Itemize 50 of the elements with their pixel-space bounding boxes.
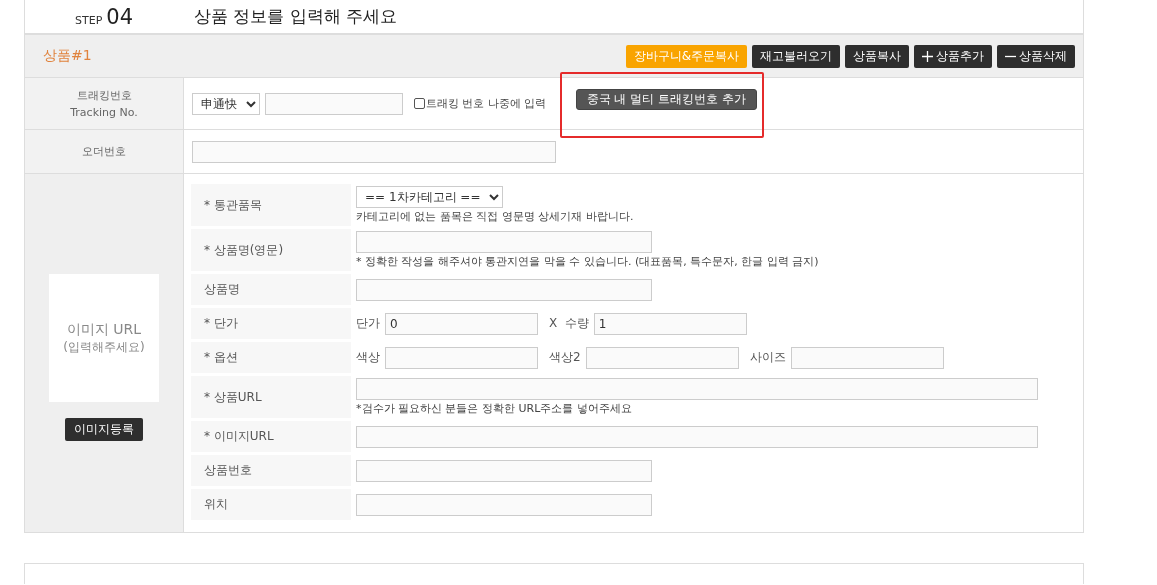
row-label: 오더번호 — [82, 144, 126, 160]
field-label: * 단가 — [191, 308, 351, 339]
field-label: * 통관품목 — [191, 184, 351, 226]
step-title: 상품 정보를 입력해 주세요 — [194, 5, 398, 28]
product-title: 상품#1 — [43, 47, 93, 65]
field-note: * 정확한 작성을 해주셔야 통관지연을 막을 수 있습니다. (대표품목, 특수문자, 한글 입력 금지) — [356, 254, 819, 269]
checkbox-label: 트래킹 번호 나중에 입력 — [426, 96, 547, 111]
row-label: 트래킹번호 — [76, 87, 132, 104]
text-field[interactable] — [385, 346, 538, 369]
text-field[interactable] — [790, 346, 944, 369]
plus-icon — [922, 50, 933, 62]
text-field[interactable]: 1 — [593, 312, 747, 335]
action-button[interactable]: 상품복사 — [845, 44, 909, 68]
field-label: * 상품URL — [191, 376, 351, 418]
text-field[interactable] — [356, 459, 652, 482]
text-field[interactable] — [356, 378, 1038, 400]
action-button[interactable]: 재고불러오기 — [752, 44, 840, 68]
text-field[interactable] — [356, 231, 652, 253]
image-upload-button[interactable]: 이미지등록 — [65, 418, 143, 441]
checkbox[interactable] — [414, 98, 425, 109]
step-number: 04 — [106, 4, 133, 29]
text-field[interactable] — [356, 493, 652, 516]
field-label: * 옵션 — [191, 342, 351, 373]
field-label: 단가 — [356, 315, 380, 332]
text-field[interactable]: 0 — [385, 312, 538, 335]
step-label: STEP — [75, 13, 103, 27]
text-field[interactable] — [356, 278, 652, 301]
placeholder-text: 이미지 URL — [66, 320, 142, 339]
row-sublabel: Tracking No. — [70, 104, 138, 121]
text-field[interactable] — [356, 425, 1038, 448]
category-dropdown[interactable]: == 1차카테고리 == — [356, 186, 503, 208]
field-label: 색상 — [356, 349, 380, 366]
action-button[interactable]: 상품추가 — [914, 44, 992, 68]
carrier-dropdown[interactable]: 申通快 — [192, 92, 260, 115]
field-label: 상품명 — [191, 274, 351, 305]
field-label: * 상품명(영문) — [191, 229, 351, 271]
multi-tracking-button[interactable]: 중국 내 멀티 트래킹번호 추가 — [575, 89, 757, 110]
field-label: 상품번호 — [191, 455, 351, 486]
action-button[interactable]: 상품삭제 — [997, 44, 1075, 68]
field-label: 사이즈 — [749, 349, 786, 366]
field-label: * 이미지URL — [191, 421, 351, 452]
tracking-field[interactable] — [265, 92, 403, 115]
order-number-field[interactable] — [192, 140, 556, 163]
field-note: 카테고리에 없는 품목은 직접 영문명 상세기재 바랍니다. — [356, 209, 634, 224]
field-label: X 수량 — [549, 315, 589, 332]
placeholder-text: (입력해주세요) — [63, 338, 145, 356]
field-label: 색상2 — [549, 349, 581, 366]
text-field[interactable] — [585, 346, 739, 369]
field-label: 위치 — [191, 489, 351, 520]
field-note: *검수가 필요하신 분들은 정확한 URL주소를 넣어주세요 — [356, 401, 633, 416]
